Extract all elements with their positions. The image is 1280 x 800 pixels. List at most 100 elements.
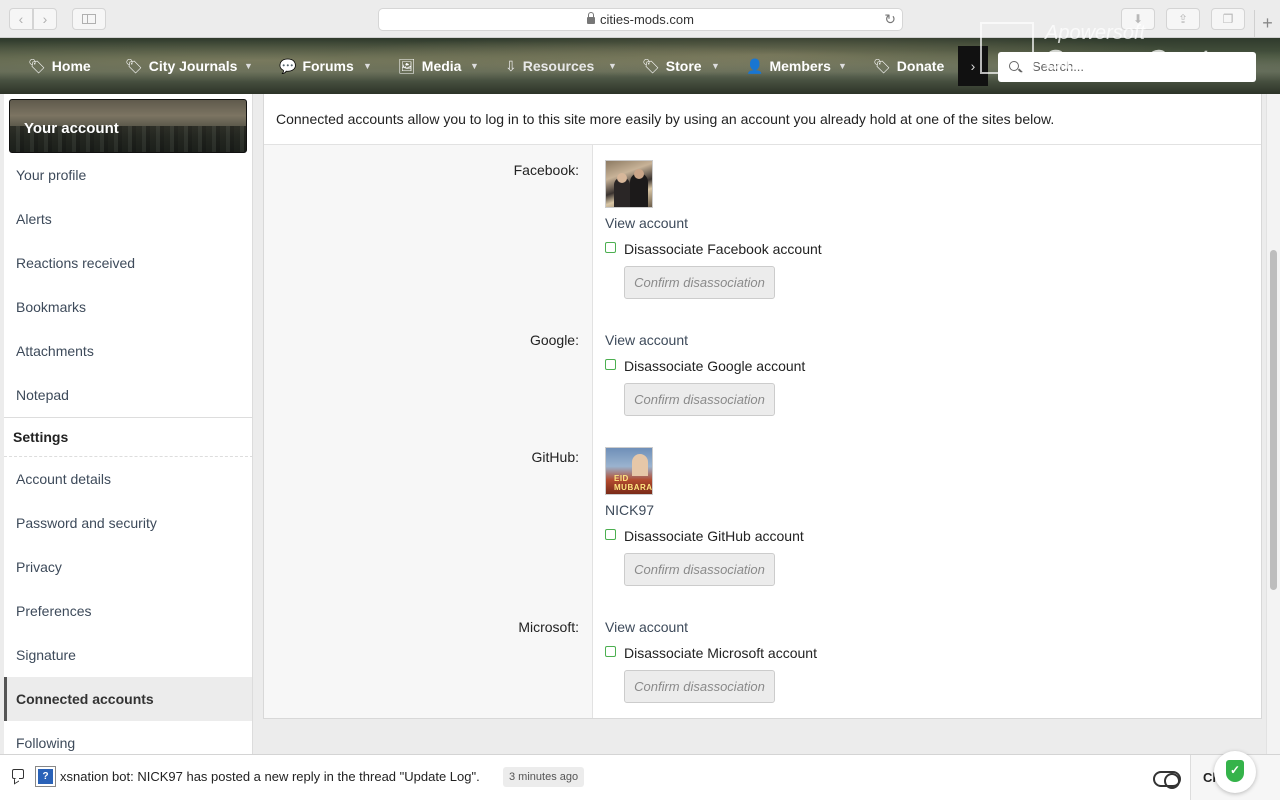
google-label: Google: xyxy=(529,332,579,348)
toggle-icon[interactable] xyxy=(1153,771,1181,789)
facebook-view-account-link[interactable]: View account xyxy=(605,215,688,231)
browser-toolbar: ‹ › cities-mods.com ↻ ⬇ ⇪ ❐ + xyxy=(0,0,1280,38)
account-sidebar: Your account Your profile Alerts Reactio… xyxy=(4,94,253,754)
back-button[interactable]: ‹ xyxy=(9,8,33,30)
disassociate-github-checkbox[interactable] xyxy=(605,529,616,540)
sidebar-item-signature[interactable]: Signature xyxy=(4,633,252,677)
github-username-link[interactable]: NICK97 xyxy=(605,502,654,518)
disassociate-microsoft-checkbox[interactable] xyxy=(605,646,616,657)
notification-time: 3 minutes ago xyxy=(503,767,585,787)
sidebar-item-alerts[interactable]: Alerts xyxy=(4,197,252,241)
nav-media[interactable]: 🖼 Media xyxy=(398,38,461,94)
tag-icon: 🏷 xyxy=(642,58,660,74)
nav-members[interactable]: 👤 Members xyxy=(746,38,831,94)
chevron-down-icon[interactable]: ▼ xyxy=(363,38,372,94)
search-icon xyxy=(1009,61,1019,71)
sidebar-item-following[interactable]: Following xyxy=(4,721,252,754)
disassociate-google-label[interactable]: Disassociate Google account xyxy=(624,358,805,374)
nav-label: Donate xyxy=(896,58,945,74)
sidebar-item-preferences[interactable]: Preferences xyxy=(4,589,252,633)
nav-city-journals[interactable]: 🏷 City Journals xyxy=(125,38,237,94)
avatar-face-shape xyxy=(617,173,627,183)
your-account-header[interactable]: Your account xyxy=(9,99,247,153)
share-icon: ⇪ xyxy=(1177,12,1189,26)
address-bar[interactable]: cities-mods.com ↻ xyxy=(378,8,903,31)
search-input[interactable]: Search... xyxy=(998,52,1256,82)
confirm-disassociation-google-button[interactable]: Confirm disassociation xyxy=(624,383,775,416)
sidebar-icon xyxy=(82,14,96,24)
comment-icon xyxy=(12,769,24,779)
facebook-label: Facebook: xyxy=(513,162,579,178)
confirm-disassociation-facebook-button[interactable]: Confirm disassociation xyxy=(624,266,775,299)
question-icon: ? xyxy=(38,769,53,784)
sidebar-item-account-details[interactable]: Account details xyxy=(4,457,252,501)
downloads-button[interactable]: ⬇ xyxy=(1121,8,1155,30)
chevron-down-icon[interactable]: ▼ xyxy=(608,38,617,94)
page-scrollbar[interactable] xyxy=(1266,94,1280,754)
sidebar-item-attachments[interactable]: Attachments xyxy=(4,329,252,373)
nav-label: Members xyxy=(769,58,831,74)
notification-bar: ? xsnation bot: NICK97 has posted a new … xyxy=(0,751,1280,800)
confirm-disassociation-microsoft-button[interactable]: Confirm disassociation xyxy=(624,670,775,703)
nav-store[interactable]: 🏷 Store xyxy=(642,38,702,94)
sidebar-item-privacy[interactable]: Privacy xyxy=(4,545,252,589)
notification-message[interactable]: xsnation bot: NICK97 has posted a new re… xyxy=(60,769,480,784)
nav-resources[interactable]: ⇩ Resources xyxy=(505,38,594,94)
disassociate-microsoft-label[interactable]: Disassociate Microsoft account xyxy=(624,645,817,661)
nav-label: Home xyxy=(51,58,91,74)
sidebar-item-bookmarks[interactable]: Bookmarks xyxy=(4,285,252,329)
nav-more-button[interactable]: › xyxy=(958,46,988,86)
sidebar-toggle-button[interactable] xyxy=(72,8,106,30)
chevron-down-icon[interactable]: ▼ xyxy=(470,38,479,94)
avatar-face-shape xyxy=(634,169,644,179)
chevron-down-icon[interactable]: ▼ xyxy=(838,38,847,94)
sidebar-item-your-profile[interactable]: Your profile xyxy=(4,153,252,197)
disassociate-github-label[interactable]: Disassociate GitHub account xyxy=(624,528,804,544)
nav-donate[interactable]: 🏷 Donate xyxy=(873,38,944,94)
nav-label: Forums xyxy=(302,58,354,74)
your-account-title: Your account xyxy=(24,120,119,137)
intro-text: Connected accounts allow you to log in t… xyxy=(264,94,1261,145)
avatar-person-shape xyxy=(632,454,648,476)
confirm-disassociation-github-button[interactable]: Confirm disassociation xyxy=(624,553,775,586)
bot-avatar: ? xyxy=(35,766,56,787)
sidebar-item-connected-accounts[interactable]: Connected accounts xyxy=(4,677,252,721)
scrollbar-thumb[interactable] xyxy=(1270,250,1277,590)
microsoft-label: Microsoft: xyxy=(518,619,579,635)
nav-home[interactable]: 🏷 Home xyxy=(28,38,91,94)
nav-label: Store xyxy=(665,58,702,74)
chevron-down-icon[interactable]: ▼ xyxy=(244,38,253,94)
url-text: cities-mods.com xyxy=(600,12,694,27)
new-tab-button[interactable]: + xyxy=(1254,10,1280,38)
download-icon: ⬇ xyxy=(1132,12,1144,26)
sidebar-item-notepad[interactable]: Notepad xyxy=(4,373,252,417)
disassociate-facebook-checkbox[interactable] xyxy=(605,242,616,253)
disassociate-google-checkbox[interactable] xyxy=(605,359,616,370)
reload-icon[interactable]: ↻ xyxy=(884,9,896,30)
security-badge[interactable]: ✓ xyxy=(1214,751,1256,793)
sidebar-item-password-and-security[interactable]: Password and security xyxy=(4,501,252,545)
tabs-icon: ❐ xyxy=(1222,12,1234,26)
user-icon: 👤 xyxy=(746,58,764,74)
tabs-overview-button[interactable]: ❐ xyxy=(1211,8,1245,30)
microsoft-view-account-link[interactable]: View account xyxy=(605,619,688,635)
tag-icon: 🏷 xyxy=(873,58,891,74)
facebook-avatar xyxy=(605,160,653,208)
share-button[interactable]: ⇪ xyxy=(1166,8,1200,30)
nav-forums[interactable]: 💬 Forums xyxy=(279,38,354,94)
settings-heading: Settings xyxy=(13,429,69,445)
image-icon: 🖼 xyxy=(398,58,416,74)
forward-button[interactable]: › xyxy=(33,8,57,30)
nav-label: City Journals xyxy=(148,58,238,74)
shield-icon: ✓ xyxy=(1226,760,1244,782)
github-label: GitHub: xyxy=(531,449,579,465)
google-view-account-link[interactable]: View account xyxy=(605,332,688,348)
tag-icon: 🏷 xyxy=(28,58,46,74)
avatar-caption: EID MUBARAK xyxy=(614,474,653,492)
disassociate-facebook-label[interactable]: Disassociate Facebook account xyxy=(624,241,822,257)
sidebar-item-reactions-received[interactable]: Reactions received xyxy=(4,241,252,285)
nav-label: Resources xyxy=(522,58,595,74)
comments-icon: 💬 xyxy=(279,58,297,74)
lock-icon xyxy=(587,12,596,24)
chevron-down-icon[interactable]: ▼ xyxy=(711,38,720,94)
